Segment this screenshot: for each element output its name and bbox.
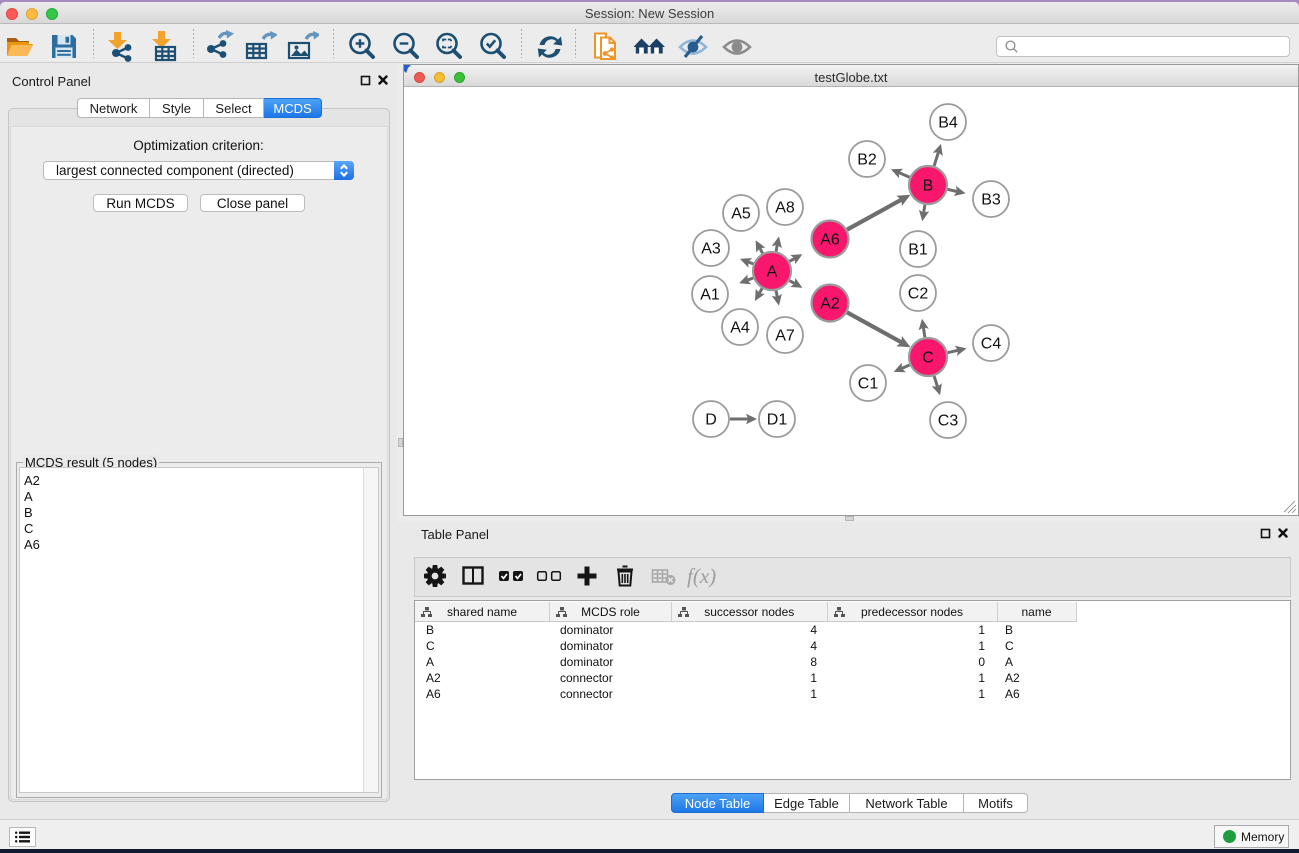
svg-text:C: C xyxy=(922,350,934,367)
svg-text:D: D xyxy=(705,412,717,429)
svg-text:C2: C2 xyxy=(908,286,929,303)
svg-text:A2: A2 xyxy=(820,296,840,313)
svg-text:B2: B2 xyxy=(857,152,877,169)
svg-text:A1: A1 xyxy=(700,287,720,304)
svg-text:A7: A7 xyxy=(775,328,795,345)
svg-text:C1: C1 xyxy=(858,376,879,393)
svg-text:B: B xyxy=(923,178,934,195)
svg-text:D1: D1 xyxy=(767,412,788,429)
svg-text:A5: A5 xyxy=(731,206,751,223)
svg-text:A4: A4 xyxy=(730,320,750,337)
svg-text:C3: C3 xyxy=(938,413,959,430)
svg-text:A8: A8 xyxy=(775,200,795,217)
svg-text:A3: A3 xyxy=(701,241,721,258)
svg-text:B4: B4 xyxy=(938,115,958,132)
svg-text:C4: C4 xyxy=(981,336,1002,353)
svg-text:A: A xyxy=(767,264,778,281)
svg-text:B1: B1 xyxy=(908,242,928,259)
svg-text:A6: A6 xyxy=(820,232,840,249)
svg-text:B3: B3 xyxy=(981,192,1001,209)
